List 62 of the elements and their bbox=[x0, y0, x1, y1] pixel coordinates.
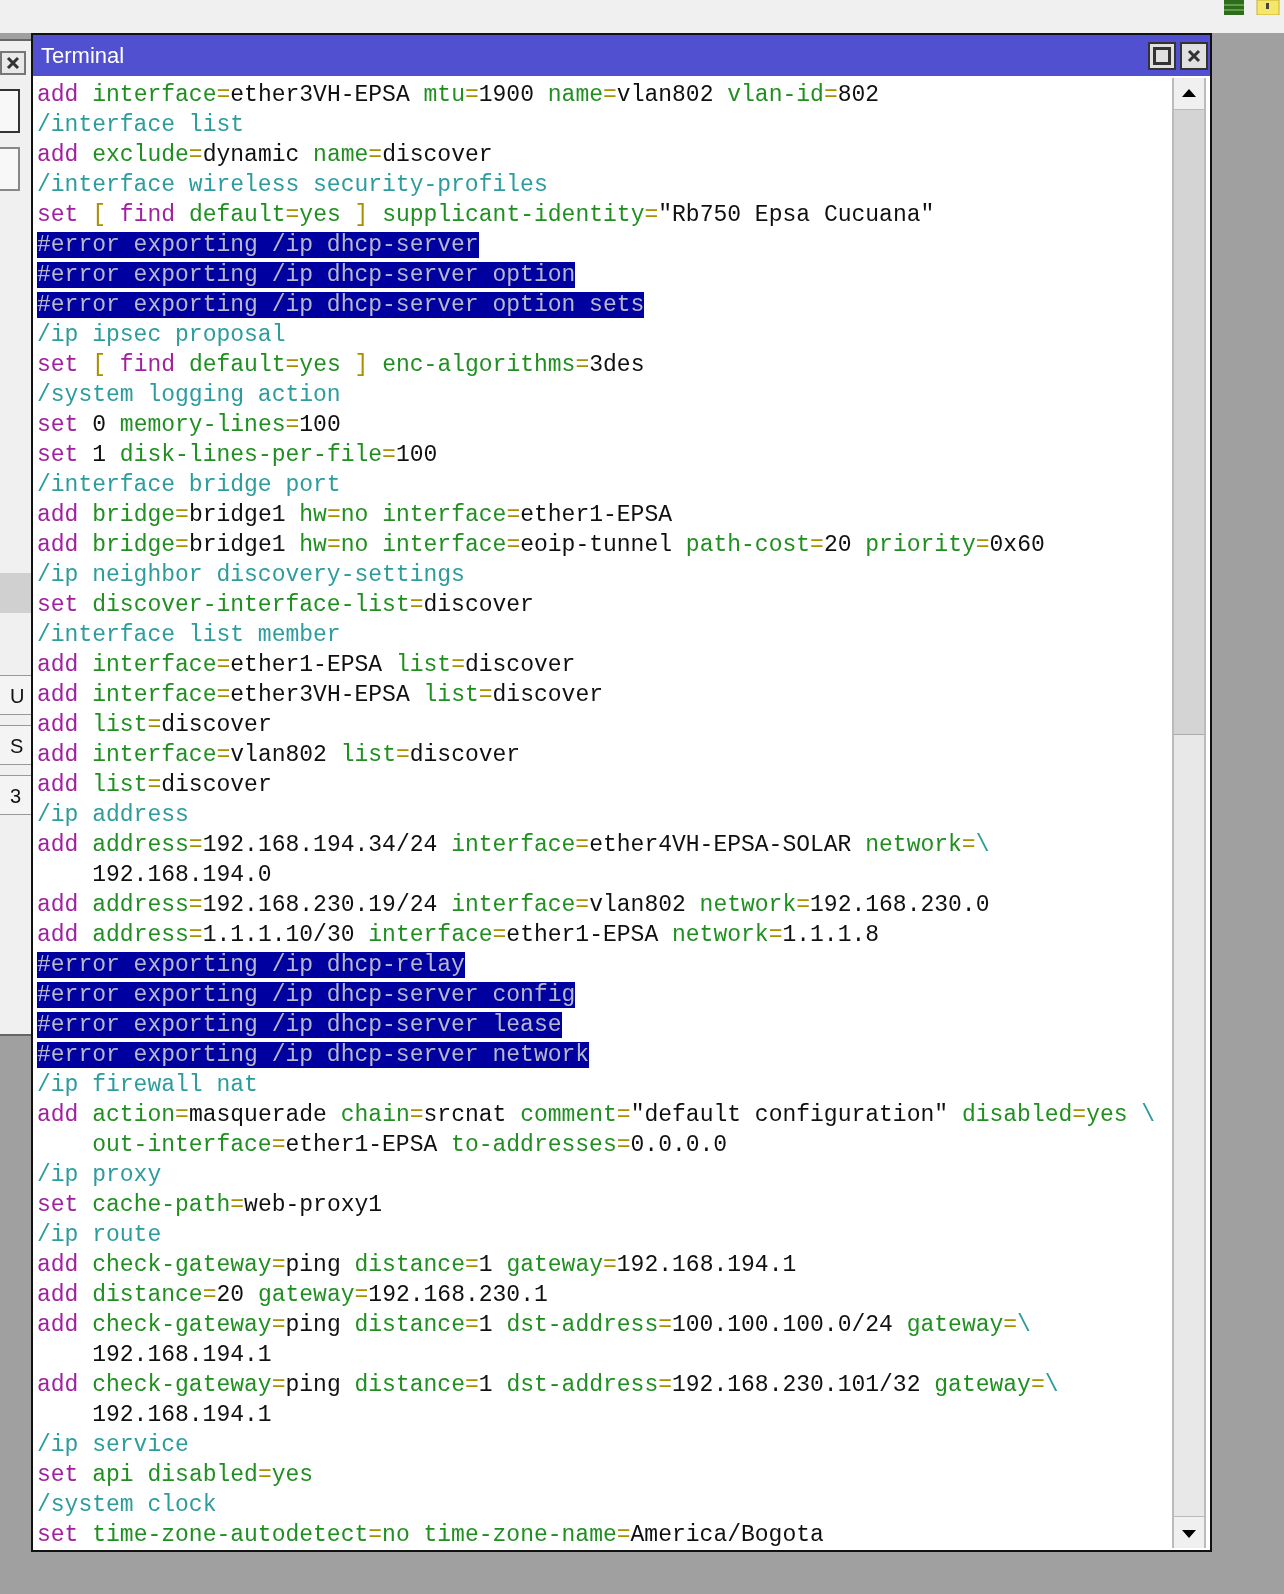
terminal-line: /interface bridge port bbox=[37, 472, 341, 498]
terminal-line: set time-zone-autodetect=no time-zone-name=America/Bogota bbox=[37, 1522, 824, 1548]
terminal-line: /ip service bbox=[37, 1432, 189, 1458]
terminal-line: set 0 memory-lines=100 bbox=[37, 412, 341, 438]
terminal-line: out-interface=ether1-EPSA to-addresses=0.0.0.0 bbox=[92, 1132, 728, 1158]
terminal-line: /interface wireless security-profiles bbox=[37, 172, 548, 198]
terminal-line: /ip address bbox=[37, 802, 189, 828]
terminal-line: add distance=20 gateway=192.168.230.1 bbox=[37, 1282, 548, 1308]
close-button[interactable] bbox=[1180, 41, 1208, 70]
side-button[interactable]: U bbox=[0, 675, 31, 715]
terminal-line: 192.168.194.1 bbox=[92, 1342, 272, 1368]
up-arrow-icon bbox=[1182, 88, 1196, 99]
close-icon bbox=[6, 56, 20, 70]
terminal-line: /system clock bbox=[37, 1492, 217, 1518]
input-field[interactable] bbox=[0, 89, 20, 133]
terminal-line: /interface list member bbox=[37, 622, 341, 648]
terminal-line: add bridge=bridge1 hw=no interface=ether1-EPSA bbox=[37, 502, 673, 528]
terminal-line: add bridge=bridge1 hw=no interface=eoip-tunnel path-cost=20 priority=0x60 bbox=[37, 532, 1045, 558]
status-icon bbox=[1224, 0, 1244, 15]
terminal-line: add interface=ether3VH-EPSA list=discover bbox=[37, 682, 603, 708]
side-button[interactable]: S bbox=[0, 725, 31, 765]
side-panel-bar bbox=[0, 573, 31, 613]
terminal-line: set discover-interface-list=discover bbox=[37, 592, 534, 618]
terminal-line: add check-gateway=ping distance=1 dst-address=192.168.230.101/32 gateway=\ bbox=[37, 1372, 1059, 1398]
input-field[interactable] bbox=[0, 147, 20, 191]
terminal-line: set api disabled=yes bbox=[37, 1462, 314, 1488]
close-icon bbox=[1187, 48, 1201, 63]
terminal-line: /interface list bbox=[37, 112, 245, 138]
terminal-line: /ip route bbox=[37, 1222, 162, 1248]
scroll-down-button[interactable] bbox=[1174, 1516, 1204, 1548]
terminal-line: 192.168.194.1 bbox=[92, 1402, 272, 1428]
terminal-line: add address=192.168.230.19/24 interface=vlan802 network=192.168.230.0 bbox=[37, 892, 990, 918]
terminal-line: add address=1.1.1.10/30 interface=ether1-EPSA network=1.1.1.8 bbox=[37, 922, 880, 948]
terminal-line: set [ find default=yes ] enc-algorithms=3des bbox=[37, 352, 645, 378]
terminal-line: set [ find default=yes ] supplicant-identity="Rb750 Epsa Cucuana" bbox=[37, 202, 935, 228]
terminal-line: /ip ipsec proposal bbox=[37, 322, 286, 348]
terminal-line: add address=192.168.194.34/24 interface=ether4VH-EPSA-SOLAR network=\ bbox=[37, 832, 990, 858]
window-title: Terminal bbox=[41, 42, 125, 70]
side-button[interactable]: 3 bbox=[0, 775, 31, 815]
terminal-line: add interface=ether1-EPSA list=discover bbox=[37, 652, 576, 678]
terminal-line: add action=masquerade chain=srcnat comment="default configuration" disabled=yes \ bbox=[37, 1102, 1156, 1128]
terminal-line: 192.168.194.0 bbox=[92, 862, 272, 888]
scroll-up-button[interactable] bbox=[1174, 78, 1204, 110]
scroll-thumb[interactable] bbox=[1174, 110, 1204, 735]
terminal-line: add list=discover bbox=[37, 772, 272, 798]
terminal-line: set 1 disk-lines-per-file=100 bbox=[37, 442, 438, 468]
terminal-line: /ip proxy bbox=[37, 1162, 162, 1188]
terminal-line: /ip neighbor discovery-settings bbox=[37, 562, 465, 588]
terminal-line: set cache-path=web-proxy1 bbox=[37, 1192, 383, 1218]
maximize-icon bbox=[1153, 46, 1171, 65]
maximize-button[interactable] bbox=[1148, 41, 1176, 70]
terminal-line: add exclude=dynamic name=discover bbox=[37, 142, 493, 168]
down-arrow-icon bbox=[1182, 1527, 1196, 1538]
terminal-line: add interface=vlan802 list=discover bbox=[37, 742, 521, 768]
terminal-line: add check-gateway=ping distance=1 dst-address=100.100.100.0/24 gateway=\ bbox=[37, 1312, 1031, 1338]
terminal-line: add interface=ether3VH-EPSA mtu=1900 name=vlan802 vlan-id=802 bbox=[37, 82, 880, 108]
close-button[interactable] bbox=[0, 51, 26, 75]
terminal-line: add check-gateway=ping distance=1 gateway=192.168.194.1 bbox=[37, 1252, 797, 1278]
terminal-line: /system logging action bbox=[37, 382, 341, 408]
scrollbar[interactable] bbox=[1172, 78, 1206, 1548]
terminal-line: /ip firewall nat bbox=[37, 1072, 258, 1098]
terminal-line: add list=discover bbox=[37, 712, 272, 738]
